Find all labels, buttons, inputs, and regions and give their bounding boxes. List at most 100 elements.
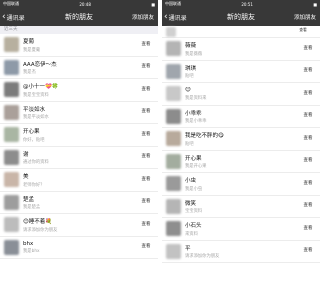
- request-message: 我是夏葡: [23, 47, 41, 53]
- list-item[interactable]: 😊 我是资料来 查看: [162, 83, 320, 106]
- request-message: 宝宝资料: [185, 209, 203, 214]
- list-item[interactable]: AAA恋伊～杰 我是杰 查看: [0, 57, 158, 79]
- request-text: 开心果 我是开心果: [185, 154, 301, 170]
- view-button[interactable]: 查看: [301, 112, 315, 120]
- request-text: 谢通过你的资料: [23, 150, 139, 166]
- list-item[interactable]: 微笑 宝宝资料 查看: [162, 196, 320, 218]
- request-message: 我是宝宝资料: [23, 92, 49, 98]
- view-button[interactable]: 查看: [301, 67, 315, 75]
- avatar: [166, 243, 181, 259]
- request-message: 老师你好？: [23, 182, 45, 188]
- add-friend-button[interactable]: 添加朋友: [294, 13, 320, 21]
- view-button[interactable]: 查看: [296, 27, 310, 33]
- request-message: 我是bhx: [23, 249, 40, 254]
- view-button[interactable]: 查看: [301, 45, 315, 53]
- request-message: 我是小虫: [185, 186, 203, 192]
- contact-name: 小乖乖: [185, 110, 202, 117]
- request-message: 我是小乖乖: [185, 119, 207, 124]
- view-button[interactable]: 查看: [139, 108, 153, 116]
- back-label: 通讯录: [6, 14, 25, 22]
- list-item[interactable]: 夏葡 我是夏葡 查看: [0, 34, 158, 57]
- view-button[interactable]: 查看: [301, 157, 315, 165]
- view-button[interactable]: 查看: [139, 153, 153, 161]
- contact-name: 平淡如水: [23, 106, 46, 113]
- contact-name: 谢: [23, 151, 29, 158]
- section-header: 近三天: [0, 26, 158, 34]
- view-button[interactable]: 查看: [301, 90, 315, 98]
- list-item[interactable]: @小十一💝🍀 我是宝宝资料 查看: [0, 79, 158, 102]
- list-item[interactable]: 琪琪 贴吧 查看: [162, 61, 320, 83]
- list-item[interactable]: 楚孟 我是楚孟 查看: [0, 192, 158, 214]
- avatar: [166, 63, 181, 79]
- request-text: 我是吃不胖的😋 贴吧: [185, 131, 301, 147]
- list-item[interactable]: 薇薇 我是薇薇 查看: [162, 38, 320, 61]
- list-item[interactable]: 我是吃不胖的😋 贴吧 查看: [162, 128, 320, 151]
- avatar: [4, 217, 19, 233]
- request-text: 平请求添加你为朋友: [185, 244, 301, 260]
- view-button[interactable]: 查看: [139, 131, 153, 139]
- view-button[interactable]: 查看: [139, 243, 153, 251]
- list-item[interactable]: 开心果 我是开心果 查看: [162, 151, 320, 173]
- request-message: 我是资料来: [185, 95, 207, 101]
- view-button[interactable]: 查看: [301, 135, 315, 143]
- avatar: [4, 172, 19, 188]
- back-button[interactable]: ‹ 通讯录: [162, 12, 187, 22]
- avatar: [166, 198, 181, 214]
- avatar: [166, 86, 181, 102]
- list-item[interactable]: 小虫 我是小虫 查看: [162, 173, 320, 196]
- left-screen: 中国联通 20:48 ■ ‹ 通讯录 新的朋友 添加朋友 近三天 夏葡 我是夏葡查…: [0, 0, 158, 292]
- request-text: 😊 我是资料来: [185, 87, 301, 101]
- avatar: [4, 239, 19, 255]
- view-button[interactable]: 查看: [139, 63, 153, 71]
- list-item[interactable]: 开心果 你好，贴吧 查看: [0, 124, 158, 147]
- battery-icon: ■: [151, 1, 155, 7]
- list-item[interactable]: 小石头 来资料 查看: [162, 218, 320, 241]
- avatar: [166, 176, 181, 192]
- status-bar: 中国联通 20:51 ■: [162, 0, 320, 8]
- view-button[interactable]: 查看: [139, 86, 153, 94]
- back-button[interactable]: ‹ 通讯录: [0, 12, 25, 22]
- avatar: [166, 108, 181, 124]
- view-button[interactable]: 查看: [139, 41, 153, 49]
- list-item[interactable]: 😊睡不着💐 请求添加你为朋友 查看: [0, 214, 158, 237]
- list-item[interactable]: 平请求添加你为朋友 查看: [162, 241, 320, 263]
- request-text: 夏葡 我是夏葡: [23, 37, 139, 53]
- view-button[interactable]: 查看: [301, 247, 315, 255]
- view-button[interactable]: 查看: [139, 221, 153, 229]
- avatar: [4, 37, 19, 53]
- contact-name: AAA恋伊～杰: [23, 61, 57, 68]
- add-friend-button[interactable]: 添加朋友: [132, 13, 158, 21]
- view-button[interactable]: 查看: [301, 202, 315, 210]
- contact-name: bhx: [23, 240, 34, 247]
- list-item[interactable]: 查看: [162, 26, 320, 38]
- list-item[interactable]: 美老师你好？ 查看: [0, 169, 158, 192]
- list-item[interactable]: bhx 我是bhx 查看: [0, 237, 158, 259]
- request-text: 😊睡不着💐 请求添加你为朋友: [23, 217, 139, 233]
- contact-name: 😊睡不着💐: [23, 219, 53, 225]
- avatar: [4, 149, 19, 165]
- contact-name: 楚孟: [23, 196, 35, 203]
- status-bar: 中国联通 20:48 ■: [0, 0, 158, 8]
- contact-name: 平: [185, 245, 191, 252]
- friend-request-list: 薇薇 我是薇薇 查看 琪琪 贴吧 查看 😊 我是资料来 查看 小乖乖 我是小乖乖 查看 我是吃不胖的😋 贴…: [162, 38, 320, 263]
- request-text: 开心果 你好，贴吧: [23, 127, 139, 143]
- request-message: 请求添加你为朋友: [23, 227, 58, 233]
- time-label: 20:51: [241, 1, 253, 7]
- request-message: 我是杰: [23, 70, 36, 75]
- right-screen: 中国联通 20:51 ■ ‹ 通讯录 新的朋友 添加朋友 查看 薇薇 我是薇薇 查看…: [162, 0, 320, 292]
- contact-name: 小石头: [185, 223, 202, 229]
- contact-name: 微笑: [185, 200, 197, 207]
- view-button[interactable]: 查看: [139, 176, 153, 184]
- back-label: 通讯录: [168, 14, 187, 22]
- request-text: 微笑 宝宝资料: [185, 199, 301, 215]
- list-item[interactable]: 平淡如水 我是平淡如水 查看: [0, 102, 158, 124]
- view-button[interactable]: 查看: [301, 180, 315, 188]
- request-message: 你好，贴吧: [23, 137, 45, 143]
- request-text: 平淡如水 我是平淡如水: [23, 105, 139, 121]
- view-button[interactable]: 查看: [301, 225, 315, 233]
- request-text: 琪琪 贴吧: [185, 64, 301, 80]
- list-item[interactable]: 谢通过你的资料 查看: [0, 147, 158, 169]
- request-text: 美老师你好？: [23, 172, 139, 188]
- list-item[interactable]: 小乖乖我是小乖乖 查看: [162, 106, 320, 128]
- view-button[interactable]: 查看: [139, 198, 153, 206]
